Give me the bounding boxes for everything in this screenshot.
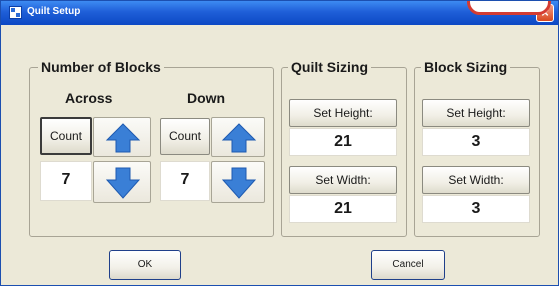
down-value: 7 [160, 161, 210, 201]
number-of-blocks-group: Number of Blocks Across Down Count 7 Cou… [29, 59, 274, 237]
group-title-block-sizing: Block Sizing [421, 59, 511, 75]
quilt-app-icon [9, 6, 22, 19]
block-set-width-button[interactable]: Set Width: [422, 166, 530, 194]
arrow-up-icon [105, 123, 141, 153]
arrow-down-icon [221, 167, 257, 199]
arrow-down-icon [105, 167, 141, 199]
block-set-height-button[interactable]: Set Height: [422, 99, 530, 127]
group-title-quilt-sizing: Quilt Sizing [288, 59, 371, 75]
quilt-set-height-button[interactable]: Set Height: [289, 99, 397, 127]
group-title-number-of-blocks: Number of Blocks [38, 59, 164, 75]
across-value: 7 [40, 161, 92, 201]
ok-button[interactable]: OK [109, 250, 181, 280]
block-height-value: 3 [422, 128, 530, 156]
quilt-setup-dialog: Quilt Setup × Number of Blocks Across Do… [0, 0, 559, 286]
across-label: Across [65, 90, 113, 106]
block-width-value: 3 [422, 195, 530, 223]
quilt-width-value: 21 [289, 195, 397, 223]
down-down-button[interactable] [211, 161, 265, 203]
quilt-height-value: 21 [289, 128, 397, 156]
down-count-button[interactable]: Count [160, 118, 210, 155]
quilt-sizing-group: Quilt Sizing Set Height: 21 Set Width: 2… [281, 59, 407, 237]
window-title: Quilt Setup [27, 6, 81, 17]
across-count-button[interactable]: Count [40, 117, 92, 155]
down-label: Down [187, 90, 226, 106]
arrow-up-icon [221, 123, 257, 153]
across-down-button[interactable] [93, 161, 151, 203]
red-oval-decoration [467, 1, 551, 15]
cancel-button[interactable]: Cancel [371, 250, 445, 280]
block-sizing-group: Block Sizing Set Height: 3 Set Width: 3 [414, 59, 540, 237]
across-up-button[interactable] [93, 117, 151, 157]
down-up-button[interactable] [211, 117, 265, 157]
quilt-set-width-button[interactable]: Set Width: [289, 166, 397, 194]
